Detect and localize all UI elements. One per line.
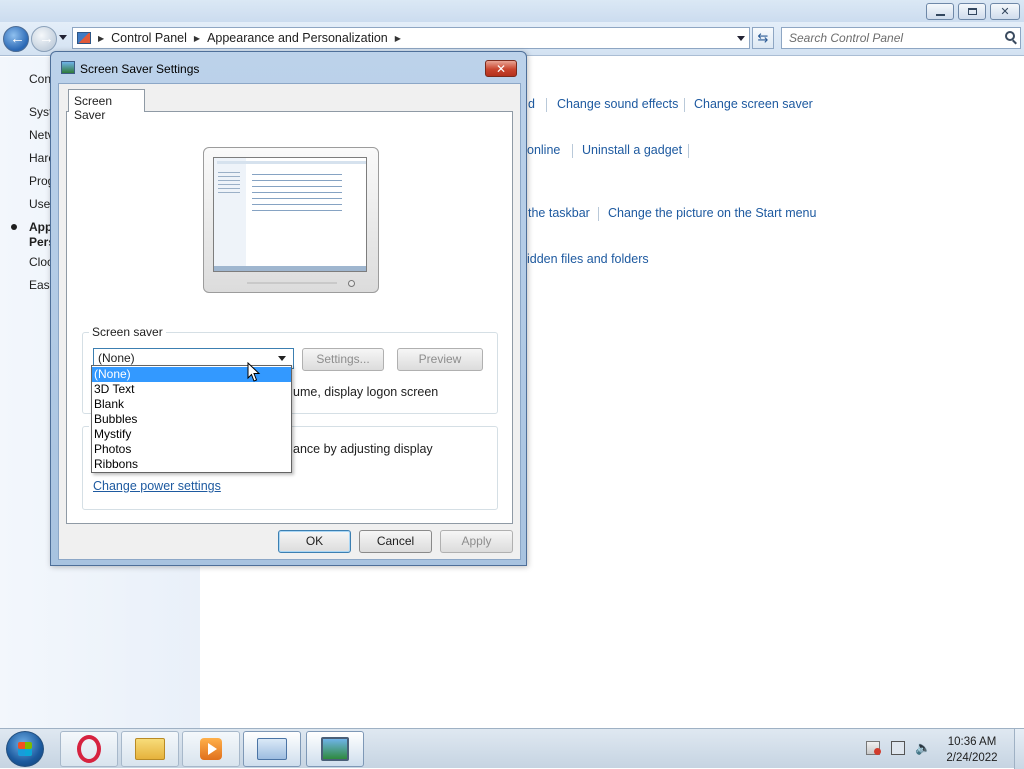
link-partial-hidden-files[interactable]: idden files and folders	[527, 252, 649, 266]
taskbar-opera-button[interactable]	[60, 731, 118, 767]
chevron-down-icon	[278, 356, 286, 361]
link-separator	[546, 98, 547, 112]
restore-button[interactable]	[958, 3, 986, 20]
dropdown-option-mystify[interactable]: Mystify	[92, 427, 291, 442]
taskbar-explorer-button[interactable]	[121, 731, 179, 767]
breadcrumb-control-panel[interactable]: Control Panel	[107, 31, 191, 45]
link-separator	[684, 98, 685, 112]
address-bar[interactable]: ▶ Control Panel ▶ Appearance and Persona…	[72, 27, 750, 49]
change-power-settings-link[interactable]: Change power settings	[93, 479, 221, 493]
ok-button[interactable]: OK	[278, 530, 351, 553]
media-player-icon	[200, 738, 222, 760]
breadcrumb-arrow-icon[interactable]: ▶	[392, 34, 404, 43]
logon-screen-checkbox-label: ume, display logon screen	[293, 385, 439, 399]
screen-saver-dropdown-list: (None) 3D Text Blank Bubbles Mystify Pho…	[91, 365, 292, 473]
taskbar-control-panel-button[interactable]	[243, 731, 301, 767]
link-separator	[598, 207, 599, 221]
link-partial-row2[interactable]: online	[527, 143, 560, 157]
close-icon: ✕	[1000, 6, 1010, 18]
screen-saver-select-value: (None)	[98, 351, 135, 365]
window-close-button[interactable]: ✕	[990, 3, 1020, 20]
cancel-button[interactable]: Cancel	[359, 530, 432, 553]
current-section-bullet-icon	[11, 224, 17, 230]
back-arrow-icon: ←	[10, 30, 25, 47]
restore-icon	[967, 8, 977, 15]
action-center-flag-icon[interactable]	[866, 741, 881, 755]
opera-icon	[77, 735, 101, 763]
refresh-button[interactable]: ⇆	[752, 27, 774, 49]
dropdown-option-photos[interactable]: Photos	[92, 442, 291, 457]
control-panel-location-icon	[77, 32, 91, 44]
preview-content-lines	[252, 174, 342, 175]
back-button[interactable]: ←	[3, 26, 29, 52]
clock-date: 2/24/2022	[946, 752, 998, 764]
screen-saver-settings-dialog: Screen Saver Settings ✕ Screen Saver Scr…	[50, 51, 527, 566]
monitor-preview-screen	[213, 157, 367, 272]
link-separator	[572, 144, 573, 158]
dialog-title: Screen Saver Settings	[80, 62, 200, 76]
recent-pages-chevron-icon[interactable]	[59, 35, 67, 40]
network-icon[interactable]	[891, 741, 905, 755]
link-change-screen-saver[interactable]: Change screen saver	[694, 97, 813, 111]
preview-button[interactable]: Preview	[397, 348, 483, 371]
forward-button[interactable]: →	[31, 26, 57, 52]
clock-time: 10:36 AM	[947, 736, 997, 748]
screen-saver-dialog-icon	[61, 61, 75, 74]
taskbar-clock[interactable]: 10:36 AM 2/24/2022	[930, 734, 1014, 766]
apply-button[interactable]: Apply	[440, 530, 513, 553]
volume-icon[interactable]: 🔈	[915, 741, 931, 755]
taskbar-screen-saver-button[interactable]	[306, 731, 364, 767]
link-partial-taskbar[interactable]: the taskbar	[528, 206, 590, 220]
taskbar-media-player-button[interactable]	[182, 731, 240, 767]
minimize-button[interactable]	[926, 3, 954, 20]
link-change-start-menu-picture[interactable]: Change the picture on the Start menu	[608, 206, 816, 220]
sidebar-item-system[interactable]: Syst	[29, 105, 52, 119]
file-explorer-icon	[135, 738, 165, 760]
address-history-chevron-icon[interactable]	[737, 36, 745, 41]
tab-screen-saver[interactable]: Screen Saver	[68, 89, 145, 122]
preview-titlebar	[217, 161, 366, 164]
power-description: ance by adjusting display	[293, 442, 433, 456]
monitor-power-icon	[348, 280, 355, 287]
search-icon-handle	[1012, 39, 1017, 45]
preview-sidebar	[214, 158, 246, 271]
forward-arrow-icon: →	[39, 30, 54, 47]
settings-button[interactable]: Settings...	[302, 348, 384, 371]
breadcrumb-arrow-icon[interactable]: ▶	[191, 34, 203, 43]
preview-nav-lines	[218, 172, 240, 173]
dropdown-option-bubbles[interactable]: Bubbles	[92, 412, 291, 427]
refresh-icon: ⇆	[757, 30, 769, 45]
link-change-sound-effects[interactable]: Change sound effects	[557, 97, 678, 111]
start-button[interactable]	[6, 731, 44, 767]
screen-saver-icon	[321, 737, 349, 761]
taskbar: 🔈 10:36 AM 2/24/2022	[0, 728, 1024, 769]
dropdown-option-ribbons[interactable]: Ribbons	[92, 457, 291, 472]
mouse-pointer-icon	[247, 362, 261, 382]
link-partial-row1[interactable]: d	[528, 97, 535, 111]
breadcrumb-appearance[interactable]: Appearance and Personalization	[203, 31, 392, 45]
preview-taskbar	[214, 266, 366, 271]
close-icon: ✕	[495, 61, 507, 76]
dropdown-option-3d-text[interactable]: 3D Text	[92, 382, 291, 397]
dialog-close-button[interactable]: ✕	[485, 60, 517, 77]
windows-logo-icon	[18, 742, 32, 756]
dropdown-option-blank[interactable]: Blank	[92, 397, 291, 412]
link-uninstall-gadget[interactable]: Uninstall a gadget	[582, 143, 682, 157]
show-desktop-button[interactable]	[1014, 729, 1024, 769]
search-input[interactable]	[782, 30, 992, 46]
control-panel-icon	[257, 738, 287, 760]
dropdown-option-none[interactable]: (None)	[92, 367, 291, 382]
dialog-body: Screen Saver Screen saver (None) Setting…	[58, 83, 521, 560]
search-box[interactable]	[781, 27, 1021, 49]
breadcrumb-arrow-icon[interactable]: ▶	[95, 34, 107, 43]
link-separator	[688, 144, 689, 158]
monitor-preview	[203, 147, 379, 293]
screen-saver-group-label: Screen saver	[89, 325, 166, 339]
minimize-icon	[935, 13, 945, 16]
monitor-base-slot	[247, 282, 337, 284]
